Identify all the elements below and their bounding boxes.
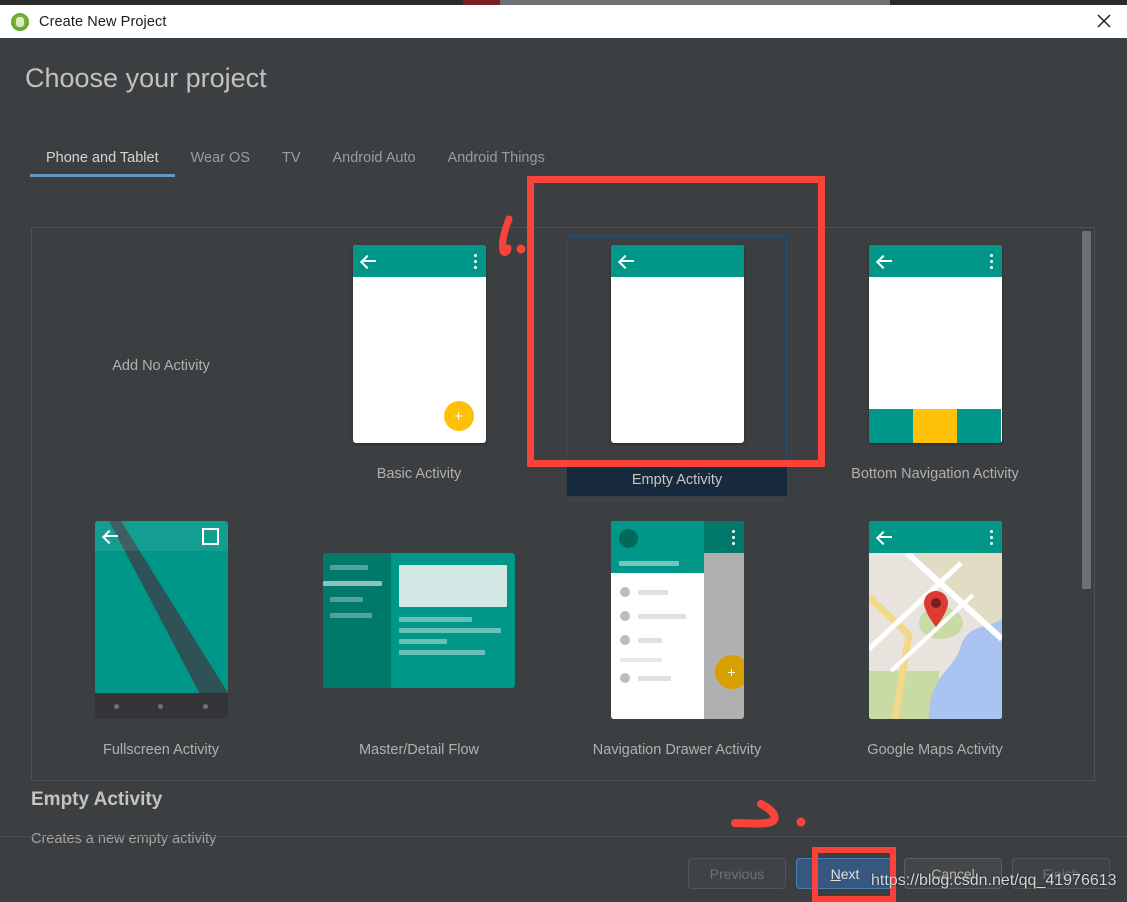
create-new-project-dialog: Create New Project Choose your project P…	[0, 0, 1127, 902]
back-arrow-icon	[362, 255, 377, 267]
watermark: https://blog.csdn.net/qq_41976613	[871, 872, 1117, 890]
thumbnail-fullscreen-activity	[32, 504, 290, 736]
template-card-fullscreen-activity[interactable]: Fullscreen Activity	[32, 504, 290, 780]
thumbnail-google-maps	[806, 504, 1064, 736]
template-label: Basic Activity	[290, 460, 548, 482]
tab-android-auto[interactable]: Android Auto	[317, 150, 432, 177]
drawer-header	[611, 521, 704, 573]
thumbnail-empty-placeholder	[32, 228, 290, 460]
phone-preview	[95, 521, 228, 719]
phone-preview	[869, 521, 1002, 719]
window-titlebar: Create New Project	[0, 5, 1127, 39]
dialog-body: Choose your project Phone and Tablet Wea…	[0, 38, 1127, 902]
template-card-google-maps-activity[interactable]: Google Maps Activity	[806, 504, 1064, 780]
template-card-master-detail-flow[interactable]: Master/Detail Flow	[290, 504, 548, 780]
map-canvas	[869, 553, 1002, 719]
tab-tv[interactable]: TV	[266, 150, 317, 177]
page-title: Choose your project	[25, 63, 267, 94]
template-grid: Add No Activity + Basic Activity	[32, 228, 1067, 780]
phone-preview: +	[611, 521, 744, 719]
navigation-drawer	[611, 521, 704, 719]
master-pane	[323, 553, 391, 688]
fullscreen-expand-icon	[202, 528, 219, 545]
template-card-empty-activity[interactable]: Empty Activity	[548, 228, 806, 504]
template-card-bottom-navigation-activity[interactable]: Bottom Navigation Activity	[806, 228, 1064, 504]
previous-button[interactable]: Previous	[688, 858, 786, 889]
overflow-menu-icon	[990, 530, 993, 545]
drawer-list-item	[611, 628, 704, 652]
map-graphic	[869, 553, 1002, 719]
thumbnail-master-detail-flow	[290, 504, 548, 736]
template-card-add-no-activity[interactable]: Add No Activity	[32, 228, 290, 504]
phone-preview	[869, 245, 1002, 443]
thumbnail-basic-activity: +	[290, 228, 548, 460]
template-grid-panel: Add No Activity + Basic Activity	[31, 227, 1095, 781]
window-title: Create New Project	[39, 14, 167, 30]
phone-preview: +	[353, 245, 486, 443]
drawer-divider	[620, 658, 662, 662]
back-arrow-icon	[878, 531, 893, 543]
dialog-footer: Previous Next Cancel Finish	[0, 836, 1127, 902]
overflow-menu-icon	[474, 254, 477, 269]
template-grid-scrollbar[interactable]	[1082, 231, 1091, 777]
description-title: Empty Activity	[31, 789, 162, 811]
thumbnail-bottom-navigation	[806, 228, 1064, 460]
floating-action-button-icon: +	[715, 655, 744, 689]
tab-android-things[interactable]: Android Things	[432, 150, 561, 177]
phone-preview	[611, 245, 744, 443]
bottom-navigation-bar	[869, 409, 1002, 443]
overflow-menu-icon	[732, 530, 735, 545]
back-arrow-icon	[620, 255, 635, 267]
overflow-menu-icon	[990, 254, 993, 269]
template-label: Add No Activity	[32, 352, 290, 374]
tab-phone-and-tablet[interactable]: Phone and Tablet	[30, 150, 175, 177]
drawer-list-item	[611, 580, 704, 604]
drawer-list-item	[611, 666, 704, 690]
app-bar	[611, 245, 744, 277]
drawer-list-item	[611, 604, 704, 628]
detail-pane	[391, 553, 515, 688]
back-arrow-icon	[104, 530, 119, 542]
app-bar	[95, 521, 228, 551]
bottom-indicator-bar	[95, 693, 228, 719]
detail-image-placeholder	[399, 565, 507, 607]
tablet-preview	[323, 553, 515, 688]
template-card-basic-activity[interactable]: + Basic Activity	[290, 228, 548, 504]
template-label: Empty Activity	[567, 465, 787, 496]
back-arrow-icon	[878, 255, 893, 267]
template-label: Bottom Navigation Activity	[806, 460, 1064, 482]
device-tabs: Phone and Tablet Wear OS TV Android Auto…	[30, 150, 561, 188]
floating-action-button-icon: +	[444, 401, 474, 431]
avatar	[619, 529, 638, 548]
template-label: Fullscreen Activity	[32, 736, 290, 758]
app-bar	[869, 521, 1002, 553]
tab-wear-os[interactable]: Wear OS	[175, 150, 266, 177]
footer-divider	[0, 836, 1127, 837]
template-label: Master/Detail Flow	[290, 736, 548, 758]
template-label: Google Maps Activity	[806, 736, 1064, 758]
close-icon[interactable]	[1081, 5, 1127, 37]
android-studio-icon	[11, 13, 29, 31]
scrollbar-thumb[interactable]	[1082, 231, 1091, 589]
template-label: Navigation Drawer Activity	[548, 736, 806, 758]
app-bar	[353, 245, 486, 277]
app-bar	[869, 245, 1002, 277]
thumbnail-navigation-drawer: +	[548, 504, 806, 736]
template-card-navigation-drawer-activity[interactable]: +	[548, 504, 806, 780]
